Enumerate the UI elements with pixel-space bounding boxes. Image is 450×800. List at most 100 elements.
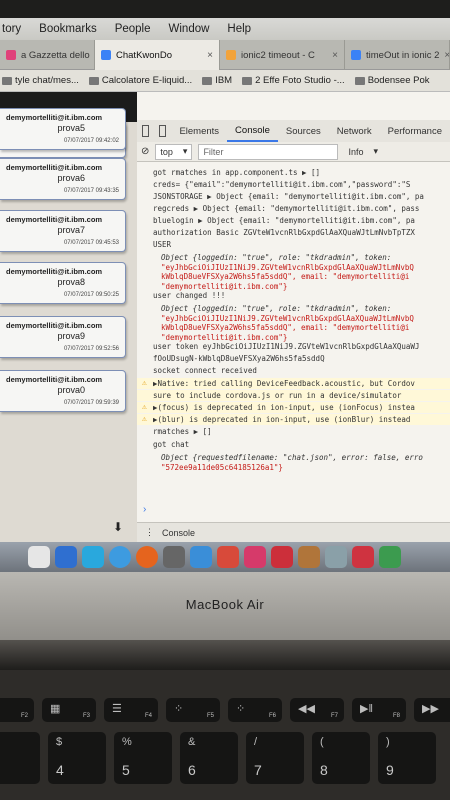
dock-app-icon[interactable] — [28, 546, 50, 568]
console-drawer-tab[interactable]: ⋮ Console — [137, 522, 450, 542]
tab-favicon-icon — [101, 50, 111, 60]
menubar-item[interactable]: Help — [227, 23, 251, 35]
number-key[interactable]: (8 — [312, 732, 370, 784]
close-icon[interactable]: × — [332, 50, 338, 61]
key-symbol: ⁘ — [236, 703, 246, 715]
key-fn-label: F7 — [330, 713, 338, 719]
message-sender: demymortelliti@it.ibm.com — [6, 375, 103, 384]
function-key[interactable]: ☰ F4 — [104, 698, 158, 722]
number-key[interactable]: $4 — [48, 732, 106, 784]
devtools-tab[interactable]: Performance — [380, 120, 450, 142]
scroll-down-icon[interactable]: ⬇ — [113, 520, 123, 534]
message-date: 07/07/2017 09:43:35 — [63, 188, 119, 194]
function-key[interactable]: ▶▶F9 — [414, 698, 450, 722]
number-key[interactable]: ) 9 — [378, 732, 436, 784]
dock-app-icon[interactable] — [217, 546, 239, 568]
dock-app-icon[interactable] — [190, 546, 212, 568]
message-text: prova7 — [57, 225, 85, 235]
dock-app-icon[interactable] — [136, 546, 158, 568]
menubar-item[interactable]: Window — [169, 23, 210, 35]
menubar-item[interactable]: People — [115, 23, 151, 35]
dock-app-icon[interactable] — [55, 546, 77, 568]
filter-input[interactable]: Filter — [198, 143, 339, 160]
drawer-menu-icon[interactable]: ⋮ — [145, 527, 154, 538]
chat-message[interactable]: demymortelliti@it.ibm.com prova6 07/07/201… — [0, 158, 126, 200]
devtools-tab[interactable]: Sources — [278, 120, 329, 142]
console-prompt-icon[interactable]: › — [143, 504, 146, 515]
inspect-icon[interactable] — [142, 125, 150, 137]
browser-tab[interactable]: ChatKwonDo × — [95, 40, 220, 70]
key-number: 7 — [254, 762, 262, 778]
bookmark-item[interactable]: 2 Effe Foto Studio -... — [242, 75, 345, 86]
dock-app-icon[interactable] — [163, 546, 185, 568]
number-key[interactable]: /7 — [246, 732, 304, 784]
level-select[interactable]: Info ▾ — [344, 145, 400, 159]
key-number: 6 — [188, 762, 196, 778]
message-sender: demymortelliti@it.ibm.com — [6, 113, 103, 122]
chat-message[interactable]: demymortelliti@it.ibm.com prova0 07/07/201… — [0, 370, 126, 412]
bookmark-item[interactable]: tyle chat/mes... — [2, 75, 79, 86]
close-icon[interactable]: × — [207, 50, 213, 61]
function-key[interactable]: ▶‖ F8 — [352, 698, 406, 722]
function-key[interactable]: ⁘ F6 — [228, 698, 282, 722]
devtools-tab[interactable]: Network — [329, 120, 380, 142]
browser-tab[interactable]: ionic2 timeout - C × — [220, 40, 345, 70]
key-fn-label: F8 — [392, 713, 400, 719]
devtools-tab[interactable]: Console — [227, 120, 278, 142]
context-select[interactable]: top ▾ — [155, 143, 193, 160]
dock-app-icon[interactable] — [82, 546, 104, 568]
console-line: "572ee9a11de05c64185126a1"} — [161, 462, 283, 472]
number-key[interactable]: % 5 — [114, 732, 172, 784]
device-toolbar-icon[interactable] — [159, 125, 167, 137]
tab-title: ionic2 timeout - C — [241, 49, 315, 61]
dock-app-icon[interactable] — [298, 546, 320, 568]
dock-app-icon[interactable] — [352, 546, 374, 568]
function-key[interactable]: ◀◀ F7 — [290, 698, 344, 722]
console-line: got rmatches in app.component.ts ▶ [] — [153, 168, 321, 177]
message-sender: demymortelliti@it.ibm.com — [6, 321, 103, 330]
chat-message[interactable]: demymortelliti@it.ibm.com prova8 07/07/201… — [0, 262, 126, 304]
function-key[interactable]: ▦ F3 — [42, 698, 96, 722]
browser-tab[interactable]: timeOut in ionic 2 × — [345, 40, 450, 70]
message-date: 07/07/2017 09:45:53 — [63, 240, 119, 246]
dock-app-icon[interactable] — [271, 546, 293, 568]
message-text: prova6 — [57, 173, 85, 183]
bookmark-icon — [88, 76, 99, 85]
key-shift-symbol: / — [254, 736, 258, 748]
dock-app-icon[interactable] — [244, 546, 266, 568]
function-key[interactable]: ☀F2 — [0, 698, 34, 722]
chat-message[interactable]: demymortelliti@it.ibm.com prova9 07/07/201… — [0, 316, 126, 358]
browser-tab[interactable]: a Gazzetta dello× — [0, 40, 95, 70]
key-symbol: ◀◀ — [298, 703, 315, 715]
function-key[interactable]: ⁘ F5 — [166, 698, 220, 722]
message-text: prova0 — [57, 385, 85, 395]
console-line: ▶Native: tried calling DeviceFeedback.ac… — [153, 379, 415, 388]
menubar-item[interactable]: Bookmarks — [39, 23, 97, 35]
key-fn-label: F5 — [206, 713, 214, 719]
screen-top-edge — [0, 0, 450, 18]
dock-app-icon[interactable] — [325, 546, 347, 568]
key-shift-symbol: % — [122, 736, 132, 748]
console-line: "demymortelliti@it.ibm.com"} — [161, 332, 288, 342]
bookmark-item[interactable]: IBM — [202, 75, 232, 86]
menubar-item[interactable]: tory — [2, 23, 21, 35]
console-line: "eyJhbGciOiJIUzI1NiJ9.ZGVteW1vcnRlbGxpdG… — [161, 262, 414, 272]
chat-message[interactable]: demymortelliti@it.ibm.com prova5 07/07/201… — [0, 108, 126, 150]
key-fn-label: F3 — [82, 713, 90, 719]
bookmark-item[interactable]: Calcolatore E-liquid... — [88, 75, 192, 86]
devtools-tab[interactable]: Elements — [171, 120, 227, 142]
dock-app-icon[interactable] — [379, 546, 401, 568]
number-key[interactable]: & 6 — [180, 732, 238, 784]
clear-console-icon[interactable]: ⊘ — [141, 146, 149, 157]
dock-app-icon[interactable] — [109, 546, 131, 568]
console-line: "demymortelliti@it.ibm.com"} — [161, 281, 288, 291]
number-key[interactable]: £3 — [0, 732, 40, 784]
close-icon[interactable]: × — [444, 50, 449, 61]
console-line: JSONSTORAGE ▶ Object {email: "demymortel… — [153, 192, 424, 201]
tab-favicon-icon — [351, 50, 361, 60]
console-line: got chat — [153, 440, 190, 449]
bookmark-item[interactable]: Bodensee Pok — [354, 75, 429, 86]
bookmark-label: tyle chat/mes... — [15, 75, 79, 86]
bookmarks-bar: tyle chat/mes... Calcolatore E-liquid... I… — [0, 70, 450, 92]
chat-message[interactable]: demymortelliti@it.ibm.com prova7 07/07/201… — [0, 210, 126, 252]
